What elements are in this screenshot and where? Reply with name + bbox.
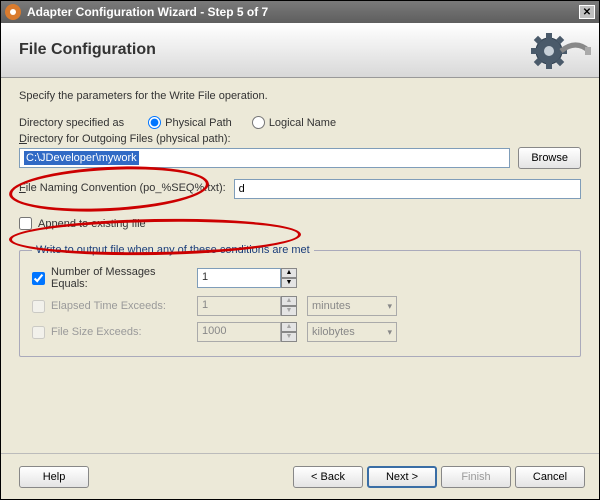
- next-button[interactable]: Next >: [367, 466, 437, 488]
- spin-up-icon: ▲: [281, 322, 297, 332]
- elapsed-time-unit-select: minutes: [307, 296, 397, 316]
- file-size-option: File Size Exceeds:: [32, 326, 187, 339]
- append-checkbox[interactable]: [19, 217, 32, 230]
- logical-name-radio[interactable]: Logical Name: [252, 116, 336, 129]
- spin-down-icon: ▼: [281, 306, 297, 316]
- dir-spec-label: Directory specified as: [19, 117, 124, 129]
- app-icon: [5, 4, 21, 20]
- num-messages-option[interactable]: Number of Messages Equals:: [32, 266, 187, 290]
- instruction-text: Specify the parameters for the Write Fil…: [19, 90, 581, 102]
- title-bar: Adapter Configuration Wizard - Step 5 of…: [1, 1, 599, 23]
- outgoing-dir-label: Directory for Outgoing Files (physical p…: [19, 133, 581, 145]
- page-title: File Configuration: [19, 41, 156, 59]
- help-button[interactable]: Help: [19, 466, 89, 488]
- elapsed-time-option: Elapsed Time Exceeds:: [32, 300, 187, 313]
- physical-path-radio[interactable]: Physical Path: [148, 116, 232, 129]
- conditions-legend: Write to output file when any of these c…: [32, 244, 314, 256]
- wizard-body: Specify the parameters for the Write Fil…: [1, 78, 599, 369]
- naming-convention-label: File Naming Convention (po_%SEQ%.txt):: [19, 182, 226, 194]
- elapsed-time-checkbox: [32, 300, 45, 313]
- file-size-unit-select: kilobytes: [307, 322, 397, 342]
- spin-up-icon: ▲: [281, 296, 297, 306]
- spin-up-icon[interactable]: ▲: [281, 268, 297, 278]
- spin-down-icon[interactable]: ▼: [281, 278, 297, 288]
- logical-name-radio-input[interactable]: [252, 116, 265, 129]
- file-size-spinner: 1000 ▲▼: [197, 322, 297, 342]
- finish-button: Finish: [441, 466, 511, 488]
- elapsed-time-spinner: 1 ▲▼: [197, 296, 297, 316]
- conditions-fieldset: Write to output file when any of these c…: [19, 244, 581, 357]
- num-messages-spinner[interactable]: 1 ▲▼: [197, 268, 297, 288]
- gear-icon: [531, 29, 591, 73]
- window-title: Adapter Configuration Wizard - Step 5 of…: [27, 5, 579, 19]
- file-size-checkbox: [32, 326, 45, 339]
- physical-path-radio-input[interactable]: [148, 116, 161, 129]
- wizard-header: File Configuration: [1, 23, 599, 78]
- naming-convention-input[interactable]: [234, 179, 581, 199]
- append-label: Append to existing file: [38, 218, 146, 230]
- spin-down-icon: ▼: [281, 332, 297, 342]
- wizard-footer: Help < Back Next > Finish Cancel: [1, 453, 599, 499]
- back-button[interactable]: < Back: [293, 466, 363, 488]
- num-messages-checkbox[interactable]: [32, 272, 45, 285]
- directory-specified-as-row: Directory specified as Physical Path Log…: [19, 116, 581, 129]
- close-icon[interactable]: ✕: [579, 5, 595, 19]
- outgoing-dir-input[interactable]: C:\JDeveloper\mywork: [19, 148, 510, 168]
- cancel-button[interactable]: Cancel: [515, 466, 585, 488]
- browse-button[interactable]: Browse: [518, 147, 581, 169]
